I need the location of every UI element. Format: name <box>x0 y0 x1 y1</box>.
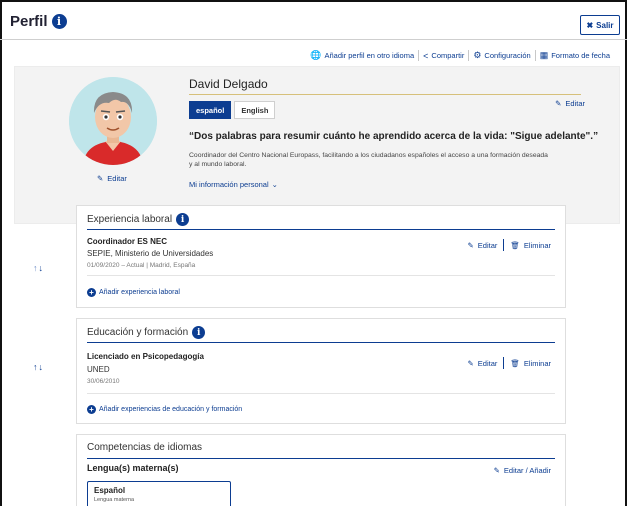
section-divider <box>87 342 555 343</box>
pencil-icon: ✎ <box>467 240 474 250</box>
item-divider <box>87 275 555 276</box>
add-experience-label: Añadir experiencia laboral <box>99 289 180 296</box>
add-profile-language-link[interactable]: 🌐 Añadir perfil en otro idioma <box>306 50 418 61</box>
gear-icon: ⚙ <box>473 50 482 60</box>
trash-icon: 🗑 <box>510 240 520 250</box>
avatar-illustration <box>69 77 157 165</box>
info-icon[interactable]: i <box>51 14 67 29</box>
pencil-icon: ✎ <box>555 99 562 108</box>
profile-name: David Delgado <box>189 77 268 91</box>
reorder-arrows[interactable]: ↑↓ <box>33 362 44 372</box>
tab-english[interactable]: English <box>234 101 276 119</box>
experience-title: Experiencia laboral <box>87 214 173 225</box>
name-underline <box>189 94 581 95</box>
add-experience-link[interactable]: + Añadir experiencia laboral <box>87 288 180 297</box>
settings-label: Configuración <box>484 51 531 60</box>
mother-tongue-heading: Lengua(s) materna(s) <box>87 463 179 473</box>
calendar-icon: ▦ <box>539 50 549 60</box>
languages-edit-button[interactable]: ✎ Editar / Añadir <box>494 466 551 475</box>
personal-info-label: Mi información personal <box>189 180 269 189</box>
item-divider <box>87 393 555 394</box>
add-education-link[interactable]: + Añadir experiencias de educación y for… <box>87 405 242 414</box>
profile-summary: ✎ Editar David Delgado español English ✎… <box>14 66 620 224</box>
languages-edit-label: Editar / Añadir <box>503 466 551 475</box>
language-card-subtitle: Lengua materna <box>94 497 135 503</box>
experience-section: Experiencia laboral i Coordinador ES NEC… <box>76 205 566 308</box>
plus-circle-icon: + <box>87 288 96 297</box>
education-title: Educación y formación <box>87 327 189 338</box>
experience-delete-button[interactable]: Eliminar <box>524 241 551 250</box>
page-title-text: Perfil <box>10 13 48 30</box>
experience-dates-location: 01/09/2020 – Actual | Madrid, España <box>87 262 196 269</box>
education-delete-button[interactable]: Eliminar <box>524 359 551 368</box>
section-divider <box>87 458 555 459</box>
section-title: Experiencia laboral i <box>87 213 190 226</box>
logout-button[interactable]: ✖ Salir <box>580 15 620 35</box>
profile-toolbar: 🌐 Añadir perfil en otro idioma < Compart… <box>306 50 614 61</box>
education-actions: ✎ Editar 🗑 Eliminar <box>467 357 551 369</box>
add-profile-language-label: Añadir perfil en otro idioma <box>324 51 415 60</box>
header-divider <box>0 39 627 40</box>
plus-circle-icon: + <box>87 405 96 414</box>
profile-edit-button[interactable]: ✎ Editar <box>555 99 585 108</box>
education-organization: UNED <box>87 365 110 374</box>
globe-icon: 🌐 <box>310 50 322 60</box>
experience-organization: SEPIE, Ministerio de Universidades <box>87 249 214 258</box>
education-date: 30/06/2010 <box>87 378 120 385</box>
section-divider <box>87 229 555 230</box>
education-degree: Licenciado en Psicopedagogía <box>87 352 204 361</box>
language-card[interactable]: Español Lengua materna <box>87 481 231 506</box>
arrow-down-icon[interactable]: ↓ <box>39 362 45 372</box>
tab-espanol[interactable]: español <box>189 101 232 119</box>
languages-section: Competencias de idiomas Lengua(s) matern… <box>76 434 566 506</box>
page-header: Perfil i ✖ Salir <box>10 9 620 39</box>
pencil-icon: ✎ <box>467 358 474 368</box>
avatar <box>69 77 157 165</box>
info-icon[interactable]: i <box>176 213 190 226</box>
pencil-icon: ✎ <box>493 466 500 475</box>
education-edit-button[interactable]: Editar <box>478 359 498 368</box>
personal-info-toggle[interactable]: Mi información personal ⌄ <box>189 180 278 189</box>
chevron-down-icon: ⌄ <box>271 180 278 189</box>
add-education-label: Añadir experiencias de educación y forma… <box>99 406 243 413</box>
logout-label: Salir <box>596 20 614 30</box>
close-icon: ✖ <box>586 20 594 30</box>
section-title: Educación y formación i <box>87 326 206 339</box>
action-separator <box>503 357 505 369</box>
experience-role: Coordinador ES NEC <box>87 237 168 246</box>
reorder-arrows[interactable]: ↑↓ <box>33 263 44 273</box>
pencil-icon: ✎ <box>97 174 104 183</box>
info-icon[interactable]: i <box>192 326 206 339</box>
experience-actions: ✎ Editar 🗑 Eliminar <box>467 239 551 251</box>
languages-title: Competencias de idiomas <box>87 442 203 453</box>
profile-description: Coordinador del Centro Nacional Europass… <box>189 152 548 168</box>
education-section: Educación y formación i Licenciado en Ps… <box>76 318 566 424</box>
share-link[interactable]: < Compartir <box>419 51 468 61</box>
date-format-link[interactable]: ▦ Formato de fecha <box>536 50 614 61</box>
share-icon: < <box>423 50 429 61</box>
language-card-title: Español <box>94 486 126 495</box>
profile-headline: “Dos palabras para resumir cuánto he apr… <box>189 131 599 142</box>
avatar-edit-label: Editar <box>107 174 127 183</box>
profile-edit-label: Editar <box>565 99 585 108</box>
page-title: Perfil i <box>10 13 67 30</box>
trash-icon: 🗑 <box>510 358 520 368</box>
action-separator <box>503 239 505 251</box>
avatar-edit-button[interactable]: ✎ Editar <box>97 174 127 183</box>
experience-edit-button[interactable]: Editar <box>478 241 498 250</box>
section-title: Competencias de idiomas <box>87 442 202 453</box>
settings-link[interactable]: ⚙ Configuración <box>469 50 534 61</box>
date-format-label: Formato de fecha <box>551 51 610 60</box>
profile-language-tabs: español English <box>189 101 276 119</box>
arrow-down-icon[interactable]: ↓ <box>39 263 45 273</box>
share-label: Compartir <box>431 51 465 60</box>
